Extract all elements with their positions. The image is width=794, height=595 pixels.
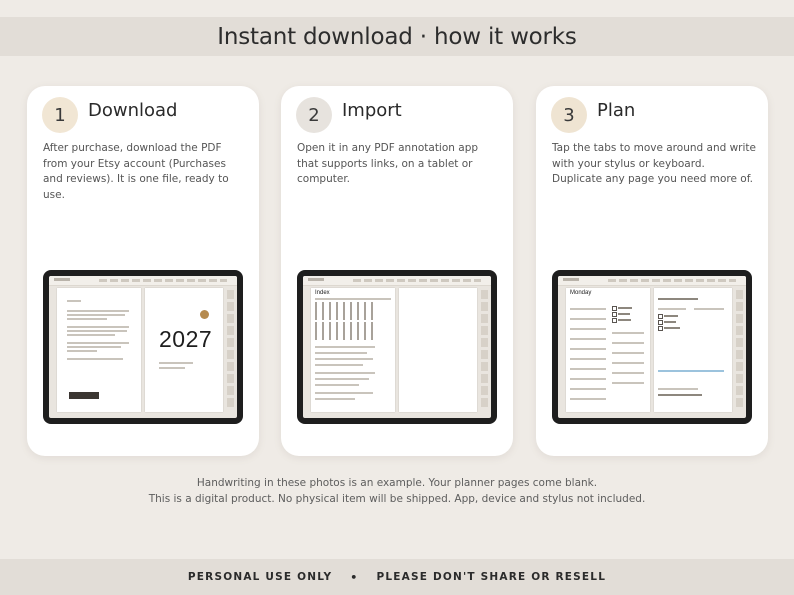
bullet-separator: • xyxy=(350,570,359,584)
planner-blank-page xyxy=(399,288,477,412)
step-title: Download xyxy=(88,100,178,121)
planner-screen: Index xyxy=(303,276,491,418)
side-tabs xyxy=(227,290,234,408)
side-tabs xyxy=(736,290,743,408)
page-title: Instant download · how it works xyxy=(217,23,577,50)
planner-topbar xyxy=(303,276,491,286)
side-tabs xyxy=(481,290,488,408)
planner-page-left xyxy=(57,288,141,412)
handwriting-note: Handwriting in these photos is an exampl… xyxy=(196,477,598,489)
planner-index-page: Index xyxy=(311,288,395,412)
step-description: After purchase, download the PDF from yo… xyxy=(43,142,229,201)
step-description: Open it in any PDF annotation app that s… xyxy=(297,142,479,185)
planner-screen: Monday xyxy=(558,276,746,418)
planner-cover-page: 2027 xyxy=(145,288,223,412)
planner-topbar xyxy=(49,276,237,286)
step-card-download: 1 Download After purchase, download the … xyxy=(27,86,259,456)
step-number-badge: 1 xyxy=(42,97,78,133)
tablet-preview: Monday xyxy=(552,270,752,424)
step-card-import: 2 Import Open it in any PDF annotation a… xyxy=(281,86,513,456)
step-number-badge: 3 xyxy=(551,97,587,133)
planner-topbar xyxy=(558,276,746,286)
planner-day-page: Monday xyxy=(566,288,650,412)
title-band: Instant download · how it works xyxy=(0,17,794,56)
no-resell-label: PLEASE DON'T SHARE OR RESELL xyxy=(376,571,607,583)
step-number-badge: 2 xyxy=(296,97,332,133)
cover-year: 2027 xyxy=(159,326,213,352)
step-description: Tap the tabs to move around and write wi… xyxy=(552,142,756,185)
step-title: Import xyxy=(342,100,402,121)
index-title: Index xyxy=(315,290,330,296)
step-card-plan: 3 Plan Tap the tabs to move around and w… xyxy=(536,86,768,456)
planner-screen: 2027 xyxy=(49,276,237,418)
step-title: Plan xyxy=(597,100,636,121)
usage-band: PERSONAL USE ONLY • PLEASE DON'T SHARE O… xyxy=(0,559,794,595)
tablet-preview: Index xyxy=(297,270,497,424)
digital-product-note: This is a digital product. No physical i… xyxy=(148,493,646,505)
planner-notes-page xyxy=(654,288,732,412)
day-title: Monday xyxy=(570,290,592,296)
tablet-preview: 2027 xyxy=(43,270,243,424)
start-button-mini xyxy=(69,392,99,399)
gold-dot xyxy=(200,310,209,319)
personal-use-label: PERSONAL USE ONLY xyxy=(187,571,333,583)
